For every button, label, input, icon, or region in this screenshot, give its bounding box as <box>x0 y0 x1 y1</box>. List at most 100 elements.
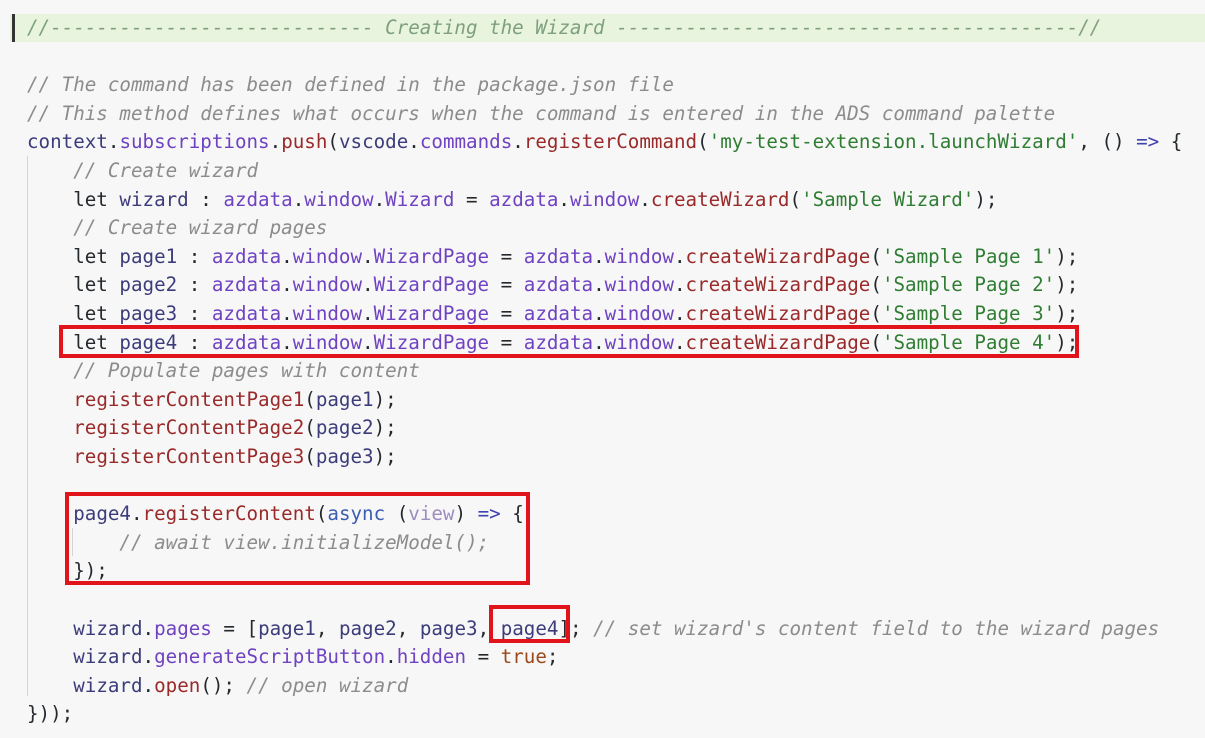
code-token: 'Sample Wizard' <box>801 187 975 211</box>
code-token: // Create wizard <box>73 159 259 182</box>
code-token: createWizard <box>650 187 790 211</box>
code-token: ( <box>870 302 882 325</box>
code-token: . <box>673 273 686 297</box>
code-token: window <box>604 273 674 297</box>
code-token: : <box>177 273 212 297</box>
highlight-box-page4-declaration <box>59 325 1079 358</box>
code-token: WizardPage <box>373 244 490 268</box>
code-token: . <box>362 273 374 297</box>
code-token: let <box>27 244 120 268</box>
code-token: window <box>292 244 363 268</box>
code-token: WizardPage <box>373 302 490 325</box>
code-token: azdata <box>211 273 282 297</box>
code-token: WizardPage <box>373 273 490 297</box>
code-token: ); <box>1055 302 1079 325</box>
code-token: = <box>489 302 524 325</box>
code-token: wizard <box>119 187 189 211</box>
code-token: ); <box>373 445 397 468</box>
code-token: hidden <box>396 645 467 669</box>
code-line: // Create wizard <box>27 157 258 186</box>
code-token: . <box>281 302 293 325</box>
code-token: wizard <box>73 645 143 669</box>
code-line: wizard.pages = [page1, page2, page3, pag… <box>27 615 1159 644</box>
code-token: => <box>1136 130 1160 154</box>
code-token: page1 <box>315 387 374 411</box>
code-token: . <box>408 130 420 154</box>
code-token: ); <box>1055 273 1079 297</box>
code-token: . <box>362 302 374 325</box>
code-token: . <box>107 130 120 154</box>
code-line: })); <box>27 700 73 729</box>
code-token: open <box>154 673 201 697</box>
code-token: azdata <box>523 273 594 297</box>
code-token: wizard <box>73 673 143 697</box>
code-token: 'Sample Page 1' <box>881 244 1056 268</box>
code-token: ( <box>304 416 316 440</box>
highlight-box-page4-array-item <box>489 605 570 643</box>
code-token: , () <box>1078 130 1137 154</box>
code-token: ( <box>304 445 316 468</box>
code-token: { <box>1159 130 1183 154</box>
code-token: . <box>673 244 686 268</box>
code-token: ); <box>1055 244 1079 268</box>
code-line: //---------------------------- Creating … <box>27 14 1101 43</box>
code-token: 'Sample Page 2' <box>881 273 1056 297</box>
code-token: . <box>281 273 293 297</box>
code-token: page1 <box>258 616 316 640</box>
code-token: ( <box>327 130 339 154</box>
code-token: subscriptions <box>119 130 270 154</box>
code-token: vscode <box>338 130 409 154</box>
code-token: azdata <box>223 187 293 211</box>
code-token: page3 <box>315 445 374 468</box>
code-line: registerContentPage1(page1); <box>27 386 397 415</box>
code-token: = <box>489 244 524 268</box>
code-token: . <box>593 302 605 325</box>
code-token: . <box>385 645 397 669</box>
code-line: registerContentPage2(page2); <box>27 414 397 443</box>
code-token: createWizardPage <box>685 273 871 297</box>
code-token: , <box>315 616 339 640</box>
code-token: . <box>281 244 293 268</box>
code-token: createWizardPage <box>685 302 871 325</box>
code-token: registerContentPage3 <box>73 445 305 468</box>
code-token: . <box>593 244 605 268</box>
code-line: registerContentPage3(page3); <box>27 443 397 472</box>
code-line: let wizard : azdata.window.Wizard = azda… <box>27 186 997 215</box>
code-token: //---------------------------- Creating … <box>27 16 1102 39</box>
code-token: ( <box>697 130 709 154</box>
code-token: window <box>304 187 374 211</box>
code-token: . <box>269 130 282 154</box>
code-token: ( <box>789 187 802 211</box>
code-token: push <box>281 130 328 154</box>
code-token: // The command has been defined in the p… <box>27 73 674 97</box>
code-token: page3 <box>419 616 478 640</box>
code-token: . <box>558 187 570 211</box>
code-token: // Create wizard pages <box>73 216 328 240</box>
code-token: ( <box>870 273 882 297</box>
code-token: registerContentPage2 <box>73 416 305 440</box>
code-token: ( <box>304 387 316 411</box>
code-token: true <box>500 645 547 669</box>
code-line: // The command has been defined in the p… <box>27 71 674 100</box>
code-token: . <box>292 187 305 211</box>
code-token: ); <box>373 387 397 411</box>
code-token: ); <box>373 416 397 440</box>
code-token: // This method defines what occurs when … <box>27 101 1056 125</box>
code-token: azdata <box>523 302 594 325</box>
code-token: page2 <box>338 616 397 640</box>
code-token: 'my-test-extension.launchWizard' <box>708 130 1079 154</box>
code-editor[interactable]: //---------------------------- Creating … <box>0 0 1205 738</box>
code-token: azdata <box>489 187 559 211</box>
code-token: . <box>142 645 155 669</box>
code-token: azdata <box>523 244 594 268</box>
code-line: let page1 : azdata.window.WizardPage = a… <box>27 243 1078 272</box>
code-token: page1 <box>119 244 178 268</box>
code-token: . <box>373 187 386 211</box>
code-token: wizard <box>73 616 143 640</box>
